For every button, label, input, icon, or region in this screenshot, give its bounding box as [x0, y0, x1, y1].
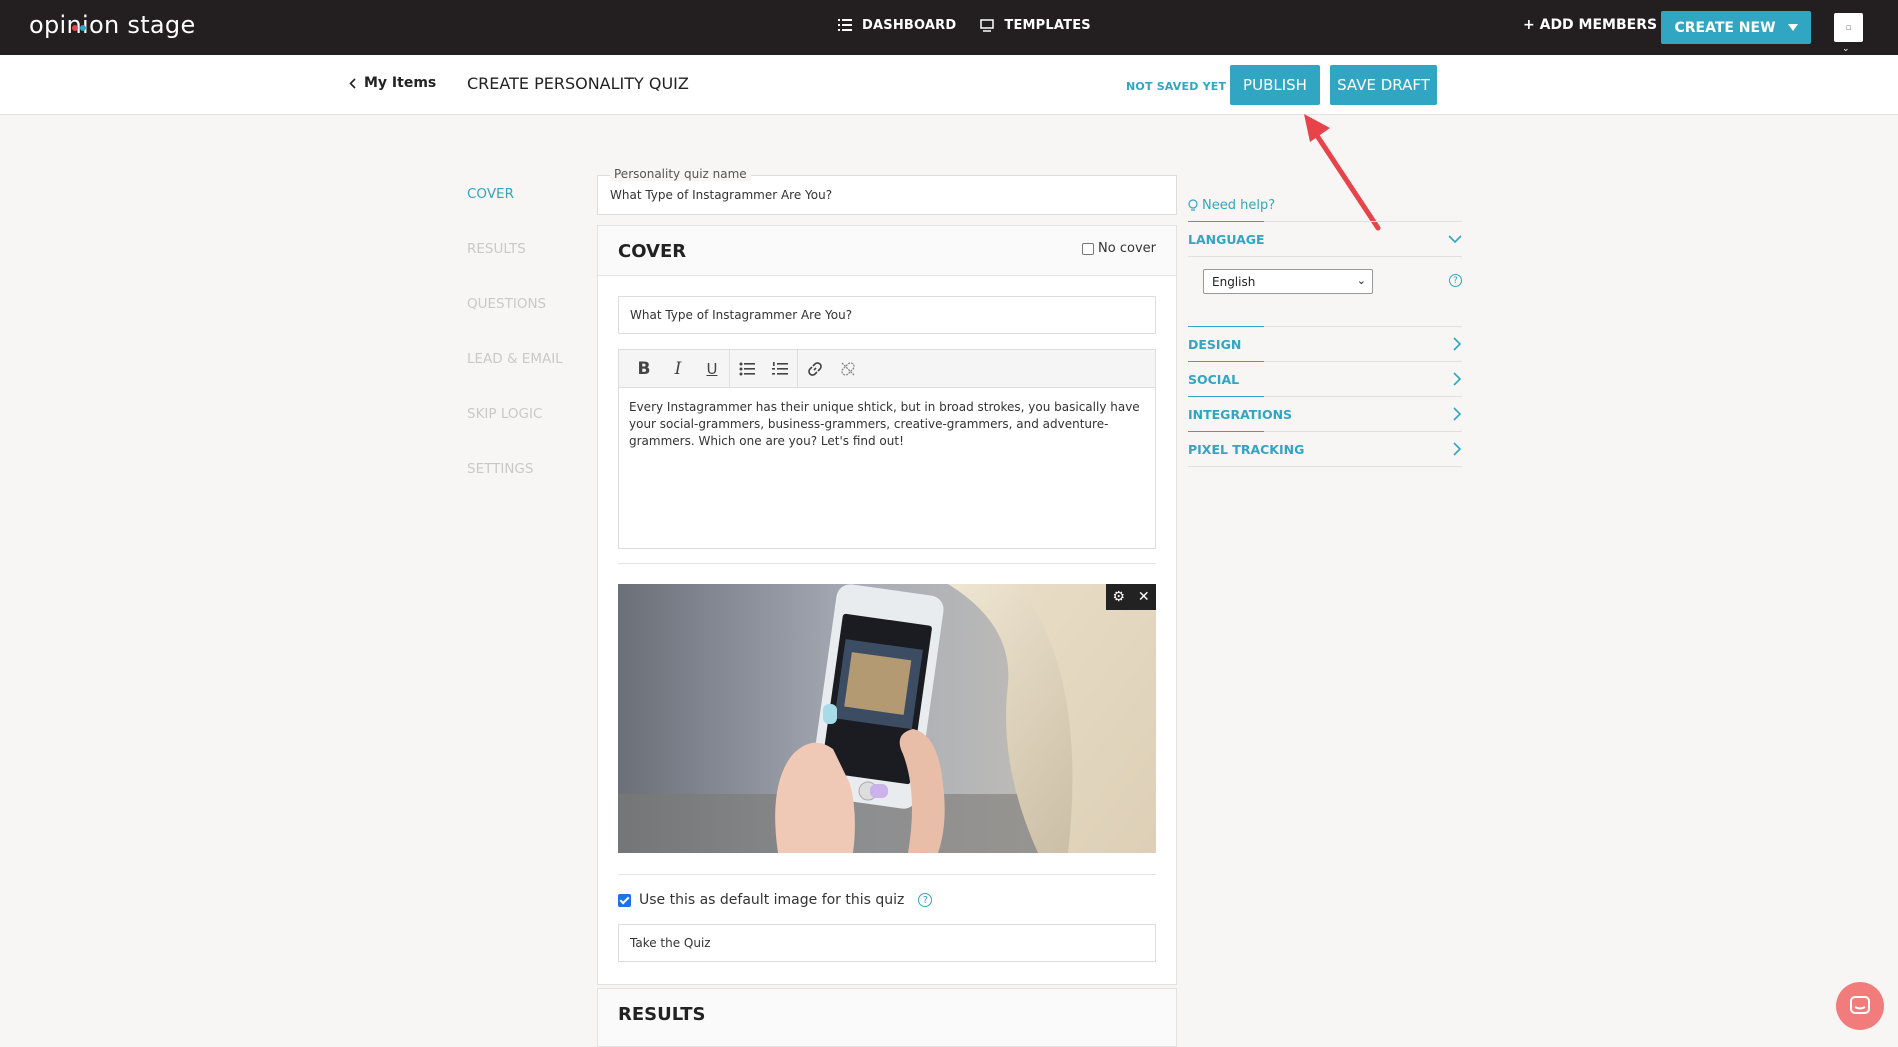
- language-select[interactable]: English ⌄: [1203, 269, 1373, 294]
- underline-icon: U: [706, 359, 718, 378]
- section-nav: COVER RESULTS QUESTIONS LEAD & EMAIL SKI…: [467, 186, 563, 516]
- default-image-option[interactable]: Use this as default image for this quiz …: [618, 892, 933, 908]
- numbered-list-icon: [772, 361, 788, 375]
- top-nav: DASHBOARD TEMPLATES: [838, 18, 1091, 33]
- italic-icon: I: [674, 358, 682, 379]
- chevron-right-icon: [1453, 372, 1462, 386]
- no-cover-toggle[interactable]: No cover: [1082, 241, 1156, 256]
- need-help-link[interactable]: Need help?: [1188, 190, 1462, 222]
- create-new-button[interactable]: CREATE NEW: [1661, 11, 1811, 44]
- language-body: English ⌄ ?: [1188, 257, 1462, 327]
- add-members-button[interactable]: + ADD MEMBERS: [1523, 17, 1657, 33]
- chat-icon: [1850, 996, 1870, 1014]
- chevron-right-icon: [1453, 337, 1462, 351]
- avatar-icon: ▫: [1845, 22, 1852, 33]
- section-integrations[interactable]: INTEGRATIONS: [1188, 396, 1462, 432]
- list-icon: [838, 19, 852, 31]
- top-bar: opinion stage DASHBOARD TEMPLATES + ADD …: [0, 0, 1898, 55]
- save-draft-button[interactable]: SAVE DRAFT: [1330, 65, 1437, 105]
- lightbulb-icon: [1188, 199, 1198, 211]
- avatar[interactable]: ▫: [1834, 13, 1863, 42]
- image-controls: ⚙ ✕: [1106, 584, 1156, 610]
- section-nav-skip-logic[interactable]: SKIP LOGIC: [467, 406, 563, 427]
- chevron-down-icon[interactable]: ⌄: [1842, 44, 1850, 54]
- section-pixel-tracking[interactable]: PIXEL TRACKING: [1188, 431, 1462, 467]
- cover-heading: COVER: [618, 241, 687, 262]
- editor-toolbar: B I U: [619, 349, 1155, 388]
- sub-header: My Items CREATE PERSONALITY QUIZ NOT SAV…: [0, 55, 1898, 115]
- quiz-name-label: Personality quiz name: [610, 167, 751, 181]
- cover-card: COVER No cover What Type of Instagrammer…: [597, 225, 1177, 985]
- section-nav-cover[interactable]: COVER: [467, 186, 563, 207]
- italic-button[interactable]: I: [661, 350, 695, 388]
- section-nav-questions[interactable]: QUESTIONS: [467, 296, 563, 317]
- cover-button-text-input[interactable]: Take the Quiz: [618, 924, 1156, 962]
- quiz-name-value: What Type of Instagrammer Are You?: [610, 188, 833, 202]
- cover-photo-illustration: [618, 584, 1156, 853]
- gear-icon[interactable]: ⚙: [1112, 589, 1125, 605]
- section-language[interactable]: LANGUAGE: [1188, 221, 1462, 257]
- quiz-name-field[interactable]: Personality quiz name What Type of Insta…: [597, 167, 1177, 215]
- description-editor[interactable]: B I U Every Instagrammer has their uniqu…: [618, 349, 1156, 549]
- logo-dots: [72, 9, 88, 37]
- description-text[interactable]: Every Instagrammer has their unique shti…: [619, 388, 1155, 461]
- back-to-my-items[interactable]: My Items: [349, 75, 436, 91]
- page-title: CREATE PERSONALITY QUIZ: [467, 74, 689, 93]
- cover-image[interactable]: ⚙ ✕: [618, 584, 1156, 853]
- close-icon[interactable]: ✕: [1138, 589, 1150, 605]
- section-social[interactable]: SOCIAL: [1188, 361, 1462, 397]
- section-nav-settings[interactable]: SETTINGS: [467, 461, 563, 482]
- publish-button[interactable]: PUBLISH: [1230, 65, 1320, 105]
- no-cover-checkbox[interactable]: [1082, 242, 1095, 255]
- chevron-down-icon: ⌄: [1356, 274, 1366, 287]
- unlink-icon: [841, 361, 855, 376]
- bullet-list-button[interactable]: [729, 349, 763, 388]
- settings-panel: Need help? LANGUAGE English ⌄ ? DESIGN S…: [1188, 190, 1462, 467]
- divider: [618, 563, 1156, 564]
- bold-icon: B: [637, 358, 651, 379]
- results-heading: RESULTS: [618, 1004, 706, 1025]
- default-image-checkbox[interactable]: [618, 893, 631, 907]
- section-design[interactable]: DESIGN: [1188, 326, 1462, 362]
- cover-title-input[interactable]: What Type of Instagrammer Are You?: [618, 296, 1156, 334]
- logo[interactable]: opinion stage: [29, 11, 196, 39]
- results-card: RESULTS: [597, 988, 1177, 1047]
- chevron-right-icon: [1453, 407, 1462, 421]
- unlink-button[interactable]: [831, 350, 865, 388]
- divider: [618, 874, 1156, 875]
- template-icon: [980, 19, 995, 32]
- chat-button[interactable]: [1836, 982, 1884, 1030]
- section-nav-results[interactable]: RESULTS: [467, 241, 563, 262]
- chevron-right-icon: [1453, 442, 1462, 456]
- caret-down-icon: [1787, 24, 1798, 31]
- nav-templates[interactable]: TEMPLATES: [980, 18, 1091, 33]
- bullet-list-icon: [739, 362, 755, 375]
- help-icon[interactable]: ?: [918, 893, 933, 907]
- cover-header: COVER No cover: [598, 226, 1176, 276]
- section-nav-lead-email[interactable]: LEAD & EMAIL: [467, 351, 563, 372]
- chevron-down-icon: [1448, 234, 1462, 243]
- chevron-left-icon: [349, 77, 356, 89]
- link-icon: [807, 361, 822, 376]
- save-status: NOT SAVED YET: [1126, 80, 1227, 93]
- link-button[interactable]: [797, 349, 831, 388]
- bold-button[interactable]: B: [627, 350, 661, 388]
- underline-button[interactable]: U: [695, 350, 729, 388]
- numbered-list-button[interactable]: [763, 350, 797, 388]
- nav-dashboard[interactable]: DASHBOARD: [838, 18, 956, 33]
- help-icon[interactable]: ?: [1449, 274, 1462, 287]
